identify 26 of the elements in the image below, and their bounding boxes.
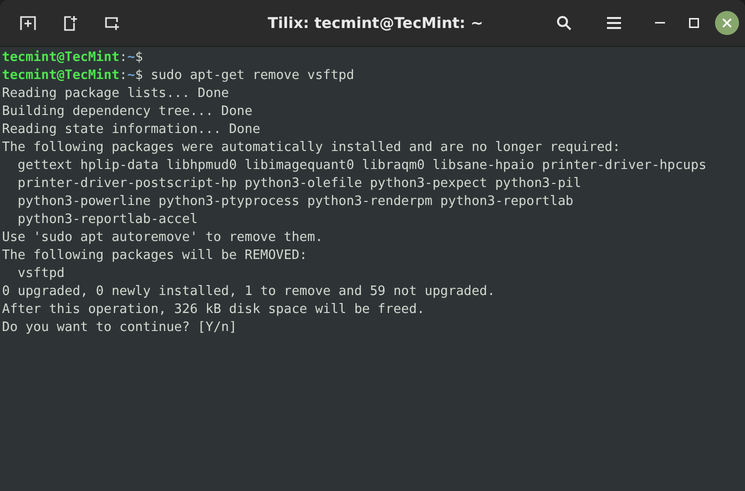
close-icon <box>722 18 732 28</box>
menu-icon <box>607 17 621 29</box>
output-line: gettext hplip-data libhpmud0 libimagequant0 libraqm0 libsane-hpaio printer-driver-hpcups <box>16 157 708 175</box>
output-line: The following packages were automatically installed and are no longer required: <box>2 139 622 157</box>
output-line: python3-powerline python3-ptyprocess python3-renderpm python3-reportlab <box>16 193 574 211</box>
close-button[interactable] <box>715 11 739 35</box>
output-line: Reading state information... Done <box>2 121 262 139</box>
output-line: Reading package lists... Done <box>2 85 230 103</box>
prompt-line: tecmint@TecMint:~$ <box>2 49 144 67</box>
search-icon <box>556 15 572 31</box>
output-line: 0 upgraded, 0 newly installed, 1 to remove and 59 not upgraded. <box>2 283 496 301</box>
add-terminal-icon <box>20 15 36 31</box>
maximize-icon <box>689 18 699 28</box>
output-line: Building dependency tree... Done <box>2 103 254 121</box>
prompt-line: tecmint@TecMint:~$ sudo apt-get remove vsftpd <box>2 67 356 85</box>
output-line: python3-reportlab-accel <box>16 211 199 229</box>
sessions-icon <box>104 15 120 31</box>
minimize-icon <box>655 22 665 24</box>
output-line: printer-driver-postscript-hp python3-olefile python3-pexpect python3-pil <box>16 175 582 193</box>
add-session-icon <box>62 15 78 31</box>
output-line: After this operation, 326 kB disk space will be freed. <box>2 301 426 319</box>
output-line: vsftpd <box>16 265 66 283</box>
output-line: Do you want to continue? [Y/n] <box>2 319 238 337</box>
output-line: Use 'sudo apt autoremove' to remove them. <box>2 229 324 247</box>
output-line: The following packages will be REMOVED: <box>2 247 308 265</box>
window-title: Tilix: tecmint@TecMint: ~ <box>268 14 484 32</box>
